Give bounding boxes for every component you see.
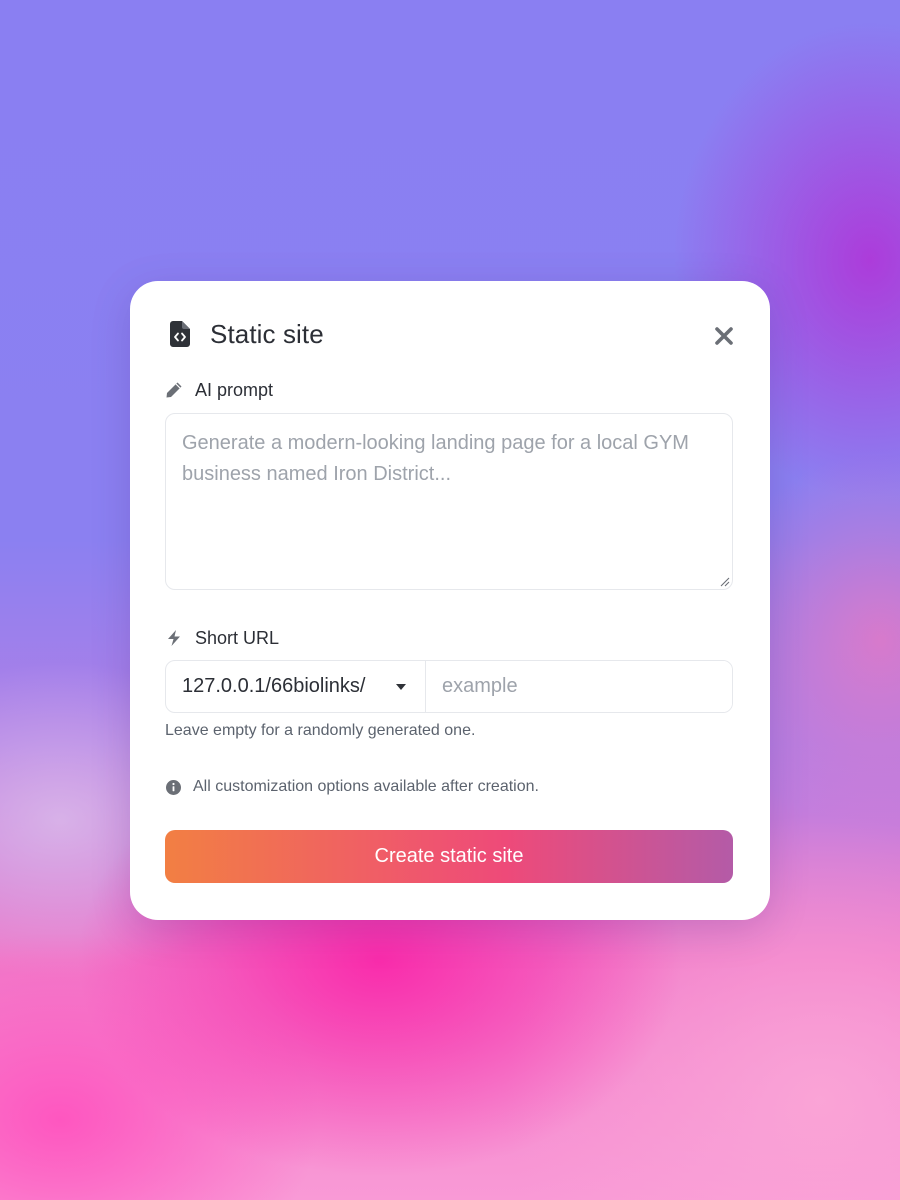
file-code-icon [170,321,190,347]
info-circle-icon [166,779,181,795]
short-url-input-group: 127.0.0.1/66biolinks/ [165,660,733,713]
short-url-input[interactable] [426,661,732,712]
ai-prompt-label-row: AI prompt [165,377,273,403]
domain-select[interactable]: 127.0.0.1/66biolinks/ [166,661,426,712]
resize-grip-icon[interactable] [720,577,730,587]
short-url-label-row: Short URL [165,625,279,651]
modal-title: Static site [210,319,324,349]
short-url-helper-text: Leave empty for a randomly generated one… [165,722,476,739]
bolt-icon [168,630,180,646]
caret-down-icon [396,684,406,690]
modal-header: Static site [165,317,735,355]
ai-prompt-textarea[interactable] [165,413,733,590]
pencil-icon [166,382,182,398]
static-site-modal: Static site AI prompt Short URL 127.0.0.… [130,281,770,920]
domain-select-value: 127.0.0.1/66biolinks/ [182,675,366,697]
ai-prompt-label: AI prompt [195,379,274,400]
close-icon[interactable] [713,325,735,347]
info-text: All customization options available afte… [193,778,539,795]
info-row: All customization options available afte… [165,776,539,798]
short-url-label: Short URL [195,627,280,648]
create-static-site-button[interactable]: Create static site [165,830,733,883]
